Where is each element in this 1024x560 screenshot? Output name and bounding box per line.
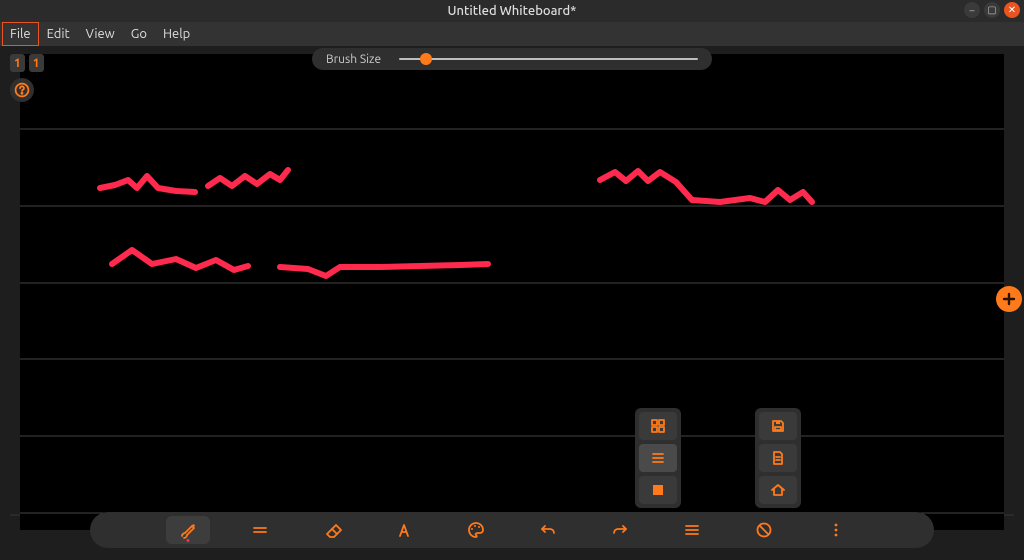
save-icon: [770, 418, 786, 434]
menu-edit[interactable]: Edit: [39, 22, 78, 46]
page-chip-2[interactable]: 1: [29, 54, 44, 72]
color-picker[interactable]: [454, 516, 498, 544]
close-button[interactable]: ✕: [1004, 2, 1020, 18]
bottom-toolbar: [90, 512, 934, 548]
layout-option-grid[interactable]: [639, 412, 677, 440]
menu-go[interactable]: Go: [123, 22, 155, 46]
text-tool[interactable]: [382, 516, 426, 544]
document-icon: [770, 450, 786, 466]
undo-button[interactable]: [526, 516, 570, 544]
window-controls: – ▢ ✕: [964, 2, 1020, 18]
lines-icon: [650, 450, 666, 466]
lines-icon: [682, 520, 702, 540]
redo-icon: [610, 520, 630, 540]
help-icon: [14, 82, 30, 98]
prohibit-icon: [754, 520, 774, 540]
more-popup: [755, 408, 801, 508]
redo-button[interactable]: [598, 516, 642, 544]
menu-help[interactable]: Help: [155, 22, 198, 46]
window-title: Untitled Whiteboard*: [448, 4, 577, 18]
more-option-export[interactable]: [759, 444, 797, 472]
page-chip-1[interactable]: 1: [10, 54, 25, 72]
clear-button[interactable]: [742, 516, 786, 544]
layout-menu-button[interactable]: [670, 516, 714, 544]
kebab-icon: [826, 520, 846, 540]
palette-icon: [466, 520, 486, 540]
slider-thumb[interactable]: [420, 53, 432, 65]
line-weight-tool[interactable]: [238, 516, 282, 544]
plus-icon: [1002, 292, 1016, 306]
menubar: File Edit View Go Help: [0, 22, 1024, 46]
page-indicator: 1 1: [10, 54, 44, 72]
menu-view[interactable]: View: [78, 22, 123, 46]
eraser-icon: [322, 520, 342, 540]
eraser-tool[interactable]: [310, 516, 354, 544]
more-menu-button[interactable]: [814, 516, 858, 544]
menu-file[interactable]: File: [2, 22, 39, 46]
layout-option-blank[interactable]: [639, 476, 677, 504]
grid-icon: [650, 418, 666, 434]
brush-icon: [178, 520, 198, 540]
brush-size-control: Brush Size: [312, 48, 712, 70]
layout-popup: [635, 408, 681, 508]
more-option-save[interactable]: [759, 412, 797, 440]
active-color-dot: [187, 539, 190, 542]
slider-track: [399, 58, 698, 60]
square-icon: [650, 482, 666, 498]
maximize-button[interactable]: ▢: [984, 2, 1000, 18]
brush-tool[interactable]: [166, 516, 210, 544]
canvas-svg: [20, 54, 1004, 530]
help-button[interactable]: [10, 78, 34, 102]
workspace: Brush Size 1 1: [0, 46, 1024, 560]
minimize-button[interactable]: –: [964, 2, 980, 18]
titlebar: Untitled Whiteboard* – ▢ ✕: [0, 0, 1024, 22]
layout-option-lines[interactable]: [639, 444, 677, 472]
line-weight-icon: [250, 520, 270, 540]
add-page-button[interactable]: [996, 286, 1022, 312]
brush-size-slider[interactable]: [399, 52, 698, 66]
undo-icon: [538, 520, 558, 540]
more-option-home[interactable]: [759, 476, 797, 504]
top-left-cluster: 1 1: [10, 54, 44, 102]
canvas[interactable]: [20, 54, 1004, 530]
brush-size-label: Brush Size: [326, 53, 381, 66]
home-icon: [770, 482, 786, 498]
text-icon: [394, 520, 414, 540]
